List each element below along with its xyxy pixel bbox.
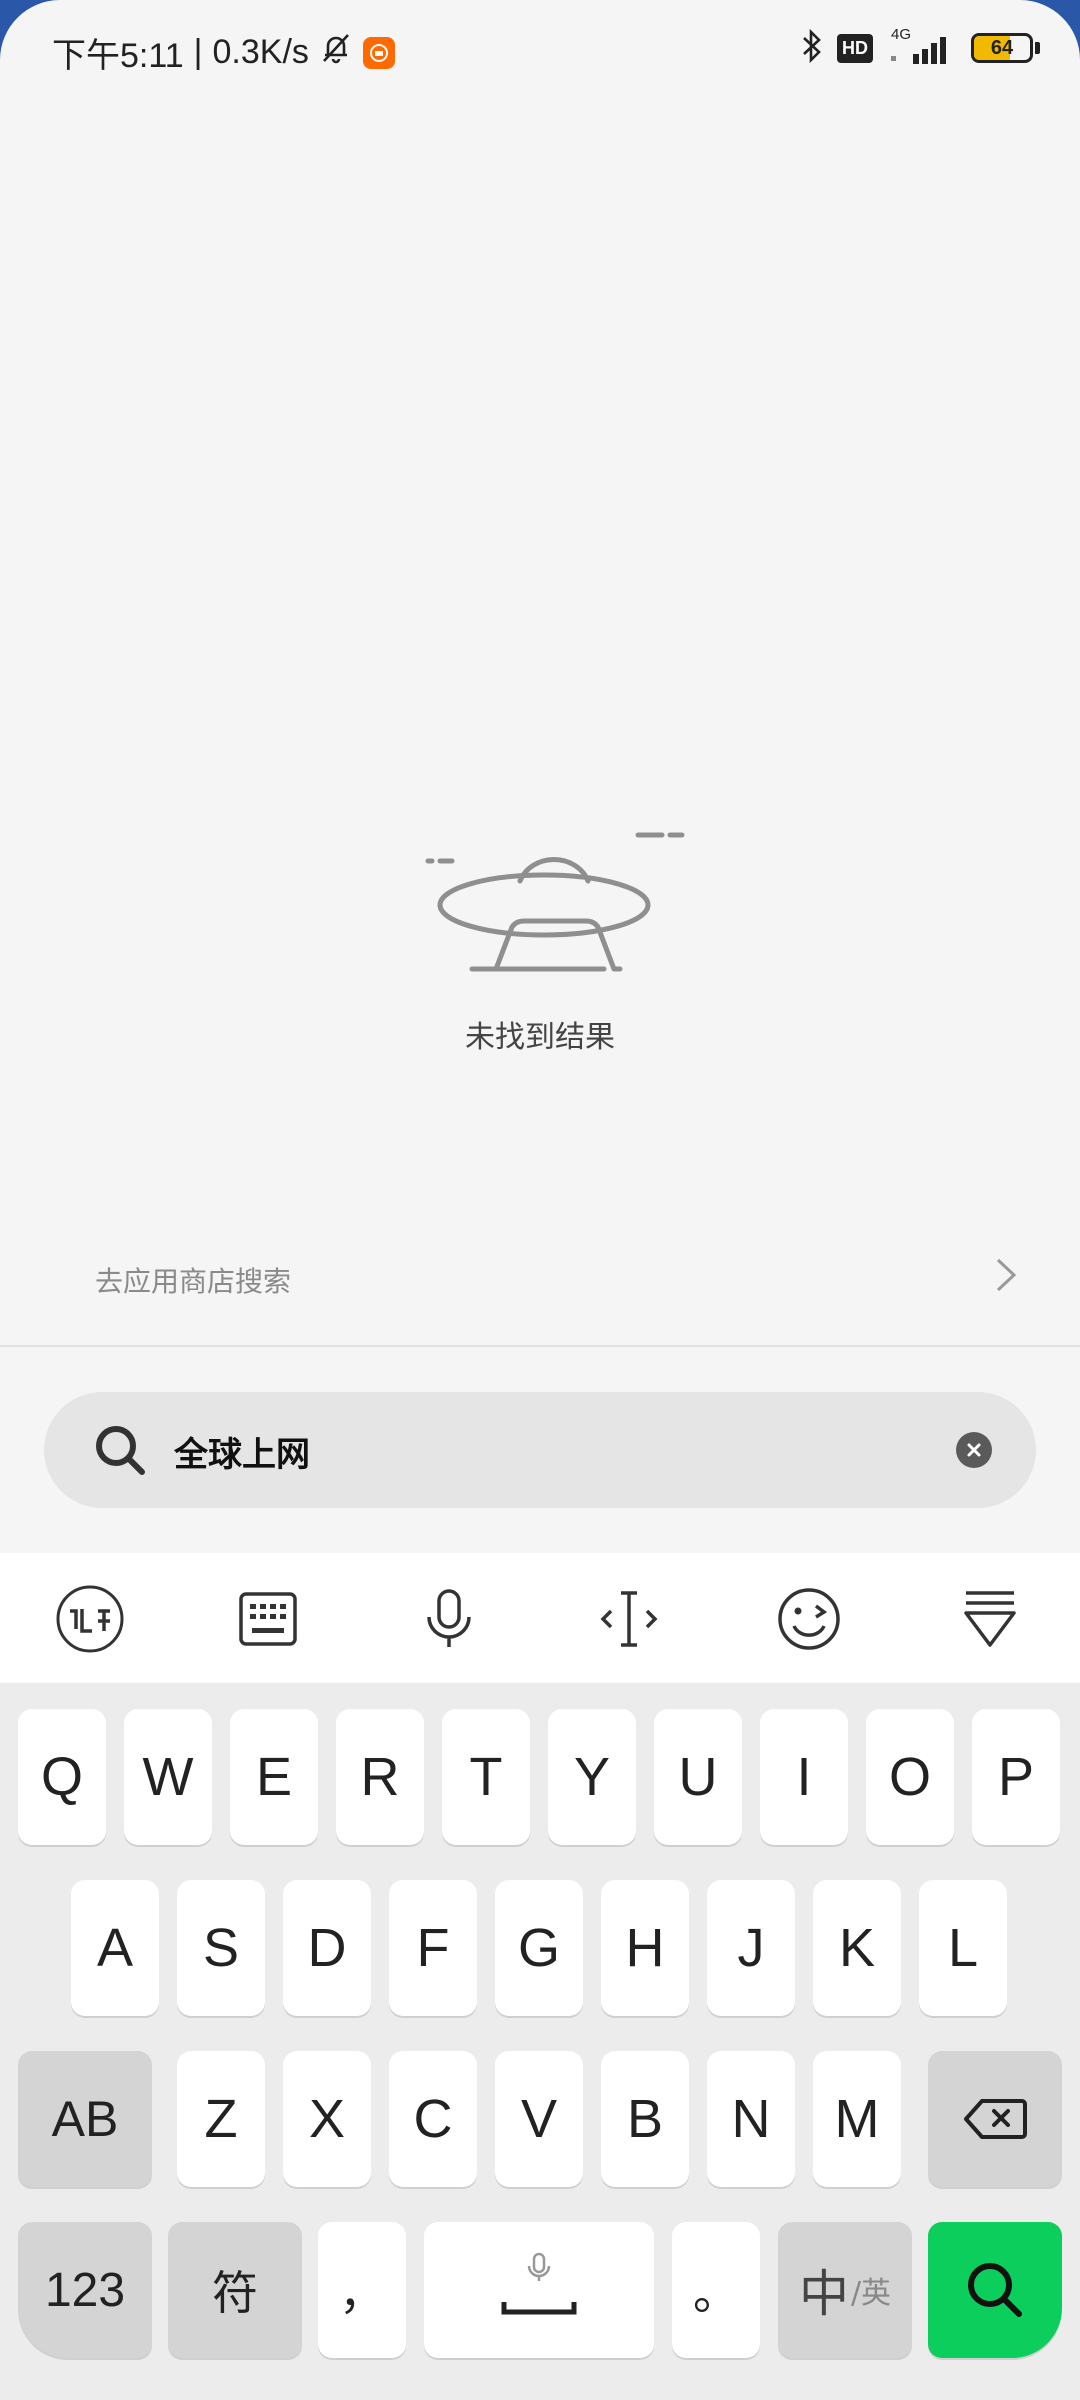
battery-cap bbox=[1035, 42, 1040, 54]
empty-message: 未找到结果 bbox=[465, 1020, 615, 1055]
key-f[interactable]: F bbox=[389, 1880, 477, 2016]
status-bar: 下午5:11 | 0.3K/s HD 4G 64 bbox=[0, 0, 1080, 104]
key-q[interactable]: Q bbox=[18, 1709, 106, 1845]
signal-icon: 4G bbox=[887, 26, 957, 66]
chevron-right-icon bbox=[994, 1256, 1018, 1298]
symbols-key[interactable]: 符 bbox=[168, 2222, 302, 2358]
language-secondary-label: /英 bbox=[850, 2276, 892, 2311]
battery-icon: 64 bbox=[971, 33, 1033, 63]
search-input[interactable] bbox=[172, 1420, 876, 1482]
period-key[interactable]: 。 bbox=[672, 2222, 760, 2358]
language-primary-label: 中 bbox=[798, 2265, 849, 2323]
emoji-icon[interactable] bbox=[773, 1583, 845, 1655]
key-r[interactable]: R bbox=[336, 1709, 424, 1845]
key-h[interactable]: H bbox=[601, 1880, 689, 2016]
key-y[interactable]: Y bbox=[548, 1709, 636, 1845]
key-e[interactable]: E bbox=[230, 1709, 318, 1845]
bell-off-icon bbox=[319, 31, 353, 74]
key-k[interactable]: K bbox=[813, 1880, 901, 2016]
screen: 下午5:11 | 0.3K/s HD 4G 64 未找到结果 去应用商店搜索 全… bbox=[0, 0, 1080, 2400]
search-key-icon bbox=[968, 2263, 1022, 2317]
backspace-key[interactable] bbox=[928, 2051, 1062, 2187]
key-b[interactable]: B bbox=[601, 2051, 689, 2187]
keyboard-toolbar bbox=[0, 1553, 1080, 1683]
space-microphone-icon bbox=[501, 2252, 577, 2315]
collapse-keyboard-icon[interactable] bbox=[954, 1583, 1026, 1655]
search-bar[interactable] bbox=[44, 1392, 1036, 1508]
microphone-icon[interactable] bbox=[413, 1583, 485, 1655]
app-store-search-link[interactable]: 去应用商店搜索 bbox=[0, 1232, 1080, 1322]
comma-key[interactable]: ， bbox=[318, 2222, 406, 2358]
keyboard-icon[interactable] bbox=[232, 1583, 304, 1655]
key-n[interactable]: N bbox=[707, 2051, 795, 2187]
key-u[interactable]: U bbox=[654, 1709, 742, 1845]
key-g[interactable]: G bbox=[495, 1880, 583, 2016]
space-key[interactable] bbox=[424, 2222, 654, 2358]
key-c[interactable]: C bbox=[389, 2051, 477, 2187]
key-a[interactable]: A bbox=[71, 1880, 159, 2016]
key-w[interactable]: W bbox=[124, 1709, 212, 1845]
key-d[interactable]: D bbox=[283, 1880, 371, 2016]
key-v[interactable]: V bbox=[495, 2051, 583, 2187]
key-i[interactable]: I bbox=[760, 1709, 848, 1845]
key-p[interactable]: P bbox=[972, 1709, 1060, 1845]
ufo-icon bbox=[420, 825, 690, 979]
shift-key[interactable]: AB bbox=[18, 2051, 152, 2187]
key-j[interactable]: J bbox=[707, 1880, 795, 2016]
mi-app-icon bbox=[362, 36, 395, 69]
key-x[interactable]: X bbox=[283, 2051, 371, 2187]
bluetooth-icon bbox=[801, 28, 823, 68]
status-time: 下午5:11 bbox=[52, 37, 184, 75]
keyboard: Q W E R T Y U I O P A S D F G H J K L AB… bbox=[0, 1683, 1080, 2400]
key-s[interactable]: S bbox=[177, 1880, 265, 2016]
search-icon bbox=[92, 1422, 148, 1482]
ifly-logo-icon[interactable] bbox=[54, 1583, 126, 1655]
divider bbox=[0, 1345, 1080, 1347]
battery-percent: 64 bbox=[990, 37, 1014, 59]
key-m[interactable]: M bbox=[813, 2051, 901, 2187]
search-key[interactable] bbox=[928, 2222, 1062, 2358]
key-t[interactable]: T bbox=[442, 1709, 530, 1845]
language-switch-key[interactable]: 中/英 bbox=[778, 2222, 912, 2358]
key-o[interactable]: O bbox=[866, 1709, 954, 1845]
status-net-speed: 0.3K/s bbox=[212, 33, 309, 71]
hd-icon: HD bbox=[837, 33, 873, 63]
backspace-icon bbox=[964, 2099, 1027, 2139]
status-separator: | bbox=[193, 33, 203, 71]
key-z[interactable]: Z bbox=[177, 2051, 265, 2187]
numbers-key[interactable]: 123 bbox=[18, 2222, 152, 2358]
cursor-move-icon[interactable] bbox=[593, 1583, 665, 1655]
key-l[interactable]: L bbox=[919, 1880, 1007, 2016]
clear-icon[interactable] bbox=[956, 1432, 992, 1468]
app-store-search-label: 去应用商店搜索 bbox=[95, 1265, 292, 1298]
